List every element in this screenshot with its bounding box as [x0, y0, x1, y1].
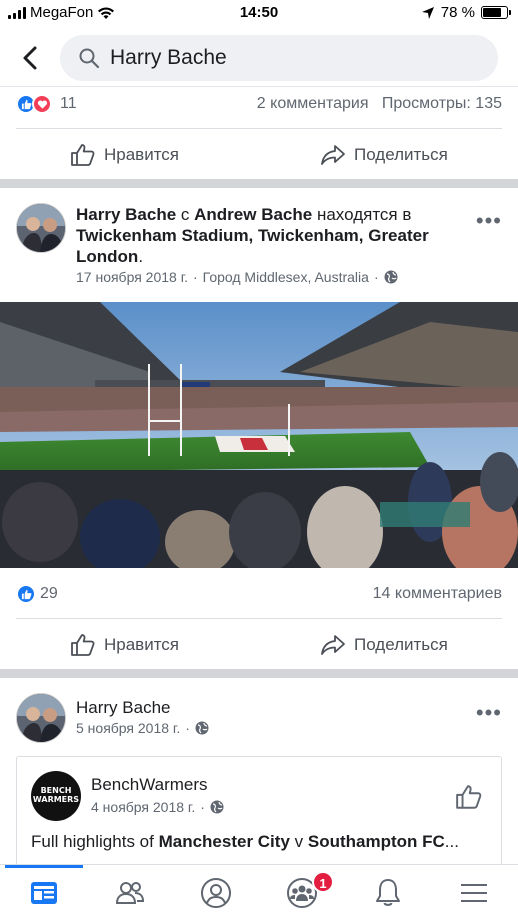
with-word: с	[180, 205, 190, 224]
team1: Manchester City	[158, 832, 290, 851]
post1-actions: Нравится Поделиться	[0, 129, 518, 179]
like-reaction-icon	[16, 584, 36, 604]
search-header: Harry Bache	[0, 30, 518, 86]
back-button[interactable]	[18, 44, 44, 72]
notification-badge: 1	[312, 871, 334, 893]
header-divider	[0, 86, 518, 87]
vs: v	[289, 832, 308, 851]
tab-news-feed[interactable]	[28, 877, 60, 909]
ellipsis: ...	[444, 832, 459, 851]
comments-and-views[interactable]: 2 комментария Просмотры: 135	[257, 95, 502, 113]
profile-icon	[201, 878, 231, 908]
comment-count: 2 комментария	[256, 95, 369, 112]
post-date[interactable]: 17 ноября 2018 г.	[76, 269, 188, 285]
like-label: Нравится	[104, 635, 180, 654]
globe-icon	[195, 721, 209, 735]
love-reaction-icon	[32, 94, 52, 114]
active-tab-indicator	[5, 865, 83, 868]
post-date[interactable]: 5 ноября 2018 г.	[76, 720, 180, 736]
thumbs-up-icon	[71, 144, 95, 166]
more-options-icon[interactable]: •••	[476, 702, 502, 724]
post-location[interactable]: Город Middlesex, Australia	[203, 269, 369, 285]
like-button[interactable]: Нравится	[70, 632, 179, 658]
friends-icon	[115, 882, 145, 904]
reaction-count[interactable]: 11	[60, 95, 77, 113]
shared-post-card[interactable]: BENCH WARMERS BenchWarmers 4 ноября 2018 …	[16, 756, 502, 876]
tab-profile[interactable]	[200, 877, 232, 909]
place-name[interactable]: Twickenham Stadium, Twickenham, Greater …	[76, 226, 429, 266]
share-label: Поделиться	[354, 635, 448, 654]
more-options-icon[interactable]: •••	[476, 210, 502, 232]
shared-meta: 4 ноября 2018 г. ·	[91, 799, 224, 815]
reaction-icons[interactable]	[16, 584, 36, 604]
post2-actions: Нравится Поделиться	[0, 619, 518, 669]
location-arrow-icon	[421, 6, 434, 19]
like-label: Нравится	[104, 145, 180, 164]
globe-icon	[210, 800, 224, 814]
tab-notifications[interactable]	[372, 877, 404, 909]
comment-count[interactable]: 14 комментариев	[373, 585, 502, 603]
avatar[interactable]	[16, 203, 66, 253]
share-button[interactable]: Поделиться	[320, 142, 448, 168]
meta-separator: ·	[193, 269, 198, 285]
tab-friends[interactable]	[114, 877, 146, 909]
share-button[interactable]: Поделиться	[320, 632, 448, 658]
shared-date[interactable]: 4 ноября 2018 г.	[91, 799, 195, 815]
bottom-tab-bar: 1	[0, 864, 518, 920]
like-button[interactable]: Нравится	[70, 142, 179, 168]
post2-counts-row: 29 14 комментариев	[0, 580, 518, 610]
hamburger-menu-icon	[461, 884, 487, 902]
page-name[interactable]: BenchWarmers	[91, 775, 208, 795]
search-query: Harry Bache	[110, 46, 227, 69]
meta-separator: ·	[373, 269, 379, 285]
meta-separator: ·	[185, 720, 190, 736]
search-input[interactable]: Harry Bache	[60, 35, 498, 81]
post-photo[interactable]	[0, 302, 518, 568]
page-logo[interactable]: BENCH WARMERS	[31, 771, 81, 821]
battery-percent: 78 %	[440, 4, 475, 21]
post3-header: Harry Bache	[76, 697, 170, 718]
chevron-left-icon	[23, 46, 37, 70]
bell-icon	[376, 879, 400, 906]
team2: Southampton FC	[307, 832, 445, 851]
share-label: Поделиться	[354, 145, 448, 164]
news-feed-icon	[31, 882, 57, 904]
tab-menu[interactable]	[458, 877, 490, 909]
tagged-name[interactable]: Andrew Bache	[194, 205, 312, 224]
like-page-icon[interactable]	[455, 783, 483, 811]
status-bar: MegaFon 14:50 78 %	[0, 0, 518, 26]
post-separator	[0, 669, 518, 678]
period: .	[138, 247, 144, 266]
post-separator	[0, 179, 518, 188]
search-icon	[79, 48, 100, 69]
author-name[interactable]: Harry Bache	[76, 205, 176, 224]
text-prefix: Full highlights of	[31, 832, 159, 851]
thumbs-up-icon	[71, 634, 95, 656]
post2-meta: 17 ноября 2018 г. · Город Middlesex, Aus…	[76, 269, 398, 285]
share-arrow-icon	[321, 145, 345, 165]
share-arrow-icon	[321, 635, 345, 655]
view-count: Просмотры: 135	[381, 95, 502, 112]
avatar[interactable]	[16, 693, 66, 743]
post2-header: Harry Bache с Andrew Bache находятся в T…	[76, 204, 476, 267]
reaction-icons[interactable]	[16, 94, 52, 114]
post3-meta: 5 ноября 2018 г. ·	[76, 720, 209, 736]
shared-text: Full highlights of Manchester City v Sou…	[31, 832, 459, 852]
battery-icon	[481, 6, 511, 19]
meta-separator: ·	[200, 799, 205, 815]
globe-icon	[384, 270, 398, 284]
author-name[interactable]: Harry Bache	[76, 698, 170, 717]
at-word: находятся в	[316, 205, 412, 224]
reaction-count[interactable]: 29	[40, 585, 58, 603]
post1-counts-row: 11 2 комментария Просмотры: 135	[0, 90, 518, 120]
